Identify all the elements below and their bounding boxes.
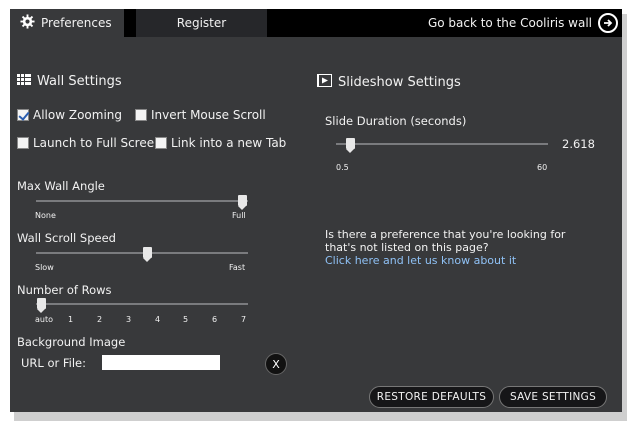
- slide-duration-min: 0.5: [336, 163, 349, 172]
- max-wall-angle-max: Full: [232, 211, 246, 220]
- slide-duration-max: 60: [537, 163, 548, 172]
- wall-settings-title: Wall Settings: [17, 74, 122, 89]
- checkbox-box[interactable]: [135, 109, 147, 121]
- rows-tick-auto: auto: [35, 315, 54, 324]
- rows-tick-6: 6: [212, 315, 218, 324]
- clear-background-label: X: [272, 357, 280, 371]
- rows-tick-2: 2: [97, 315, 103, 324]
- background-image-label: Background Image: [17, 335, 126, 349]
- clear-background-button[interactable]: X: [265, 353, 287, 375]
- grid-icon: [17, 74, 31, 89]
- slideshow-settings-label: Slideshow Settings: [338, 75, 461, 90]
- save-settings-label: SAVE SETTINGS: [509, 391, 597, 403]
- wall-scroll-speed-label: Wall Scroll Speed: [17, 231, 116, 245]
- missing-preference-note: Is there a preference that you're lookin…: [325, 228, 595, 267]
- max-wall-angle-thumb[interactable]: [238, 195, 247, 210]
- tab-preferences-label: Preferences: [41, 16, 112, 30]
- number-of-rows-track[interactable]: [36, 303, 248, 305]
- circle-arrow-right-icon: [598, 13, 618, 33]
- wall-scroll-speed-track[interactable]: [36, 252, 248, 254]
- rows-tick-4: 4: [155, 315, 161, 324]
- back-to-wall-link[interactable]: Go back to the Cooliris wall: [428, 10, 618, 36]
- checkbox-box[interactable]: [17, 109, 29, 121]
- slideshow-icon: [317, 74, 332, 91]
- wall-settings-label: Wall Settings: [37, 74, 122, 89]
- checkbox-label: Allow Zooming: [33, 108, 122, 122]
- checkbox-label: Link into a new Tab: [171, 136, 287, 150]
- rows-tick-1: 1: [68, 315, 74, 324]
- tab-register[interactable]: Register: [136, 9, 267, 37]
- wall-scroll-speed-max: Fast: [229, 263, 246, 272]
- slide-duration-value: 2.618: [562, 137, 595, 151]
- slideshow-settings-title: Slideshow Settings: [317, 74, 461, 91]
- invert-mouse-scroll-checkbox[interactable]: Invert Mouse Scroll: [135, 108, 266, 122]
- background-url-input[interactable]: [102, 355, 220, 370]
- checkbox-label: Invert Mouse Scroll: [151, 108, 266, 122]
- allow-zooming-checkbox[interactable]: Allow Zooming: [17, 108, 122, 122]
- restore-defaults-button[interactable]: RESTORE DEFAULTS: [369, 386, 494, 408]
- link-new-tab-checkbox[interactable]: Link into a new Tab: [155, 136, 286, 150]
- rows-tick-5: 5: [183, 315, 189, 324]
- slide-duration-track[interactable]: [336, 143, 548, 145]
- wall-scroll-speed-min: Slow: [35, 263, 54, 272]
- checkbox-box[interactable]: [155, 137, 167, 149]
- slide-duration-label: Slide Duration (seconds): [325, 114, 467, 128]
- number-of-rows-label: Number of Rows: [17, 283, 112, 297]
- gear-icon: [20, 14, 35, 32]
- rows-tick-7: 7: [241, 315, 247, 324]
- max-wall-angle-label: Max Wall Angle: [17, 179, 105, 193]
- feedback-link[interactable]: Click here and let us know about it: [325, 254, 516, 267]
- restore-defaults-label: RESTORE DEFAULTS: [376, 391, 487, 403]
- tab-preferences[interactable]: Preferences: [10, 9, 124, 37]
- preferences-window: Preferences Register Go back to the Cool…: [10, 9, 622, 412]
- max-wall-angle-track[interactable]: [36, 200, 248, 202]
- wall-scroll-speed-thumb[interactable]: [143, 247, 152, 262]
- rows-tick-3: 3: [126, 315, 132, 324]
- number-of-rows-thumb[interactable]: [37, 298, 46, 313]
- checkbox-box[interactable]: [17, 137, 29, 149]
- back-link-label: Go back to the Cooliris wall: [427, 16, 592, 30]
- checkbox-label: Launch to Full Screen: [33, 136, 162, 150]
- top-bar: Preferences Register Go back to the Cool…: [10, 9, 622, 37]
- tab-register-label: Register: [176, 16, 227, 30]
- url-or-file-label: URL or File:: [21, 356, 87, 370]
- slide-duration-thumb[interactable]: [346, 138, 355, 153]
- launch-full-screen-checkbox[interactable]: Launch to Full Screen: [17, 136, 162, 150]
- missing-preference-text: Is there a preference that you're lookin…: [325, 228, 566, 254]
- save-settings-button[interactable]: SAVE SETTINGS: [499, 386, 607, 408]
- max-wall-angle-min: None: [35, 211, 56, 220]
